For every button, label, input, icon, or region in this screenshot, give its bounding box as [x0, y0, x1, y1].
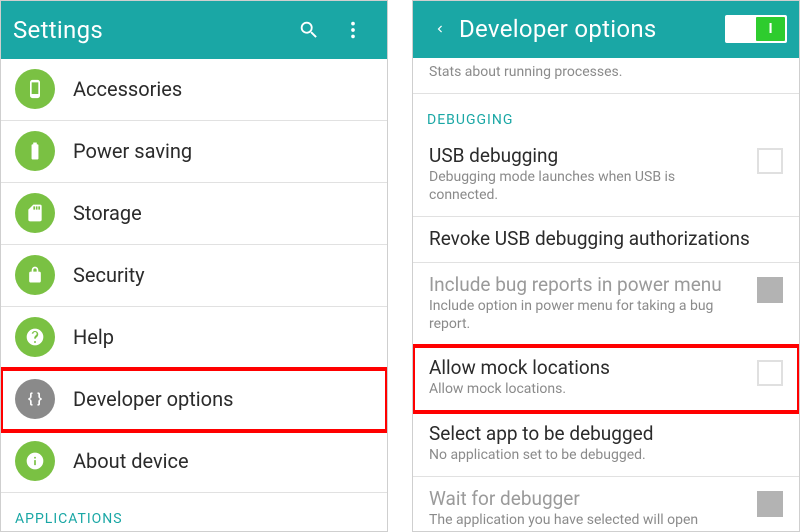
dev-item-bug-reports[interactable]: Include bug reports in power menu Includ…: [413, 263, 799, 346]
dev-item-title: USB debugging: [429, 144, 783, 167]
dev-item-subtitle: The application you have selected will o…: [429, 512, 783, 530]
dev-item-title: Wait for debugger: [429, 487, 783, 510]
dev-item-subtitle: No application set to be debugged.: [429, 447, 783, 465]
settings-item-developer-options[interactable]: Developer options: [1, 369, 387, 431]
battery-icon: [15, 131, 55, 171]
settings-item-label: Power saving: [73, 139, 192, 163]
braces-icon: [15, 379, 55, 419]
settings-item-power-saving[interactable]: Power saving: [1, 121, 387, 183]
dev-item-select-app[interactable]: Select app to be debugged No application…: [413, 412, 799, 478]
settings-item-label: Storage: [73, 201, 142, 225]
overflow-menu-icon[interactable]: [331, 8, 375, 52]
phone-icon: [15, 69, 55, 109]
info-icon: [15, 441, 55, 481]
dev-item-mock-locations[interactable]: Allow mock locations Allow mock location…: [413, 346, 799, 412]
settings-item-label: Developer options: [73, 387, 233, 411]
dev-item-process-stats[interactable]: Process stats Stats about running proces…: [413, 58, 799, 95]
settings-item-storage[interactable]: Storage: [1, 183, 387, 245]
settings-item-accessories[interactable]: Accessories: [1, 59, 387, 121]
settings-title: Settings: [13, 16, 287, 44]
settings-item-security[interactable]: Security: [1, 245, 387, 307]
back-icon[interactable]: [425, 7, 455, 51]
checkbox: [757, 491, 783, 517]
checkbox[interactable]: [757, 360, 783, 386]
developer-actionbar: Developer options I: [413, 1, 799, 58]
settings-section-header: APPLICATIONS: [1, 493, 387, 531]
search-icon[interactable]: [287, 8, 331, 52]
dev-item-revoke-auth[interactable]: Revoke USB debugging authorizations: [413, 217, 799, 263]
settings-list: Accessories Power saving Storage Securit…: [1, 59, 387, 531]
developer-list: Process stats Stats about running proces…: [413, 58, 799, 531]
dev-item-subtitle: Include option in power menu for taking …: [429, 298, 783, 333]
dev-item-title: Allow mock locations: [429, 356, 783, 379]
dev-item-title: Revoke USB debugging authorizations: [429, 227, 783, 250]
dev-item-subtitle: Debugging mode launches when USB is conn…: [429, 169, 783, 204]
developer-title: Developer options: [459, 15, 725, 43]
dev-section-header: DEBUGGING: [413, 94, 799, 134]
settings-item-about-device[interactable]: About device: [1, 431, 387, 493]
settings-item-label: About device: [73, 449, 189, 473]
settings-item-label: Help: [73, 325, 114, 349]
checkbox[interactable]: [757, 148, 783, 174]
dev-item-title: Include bug reports in power menu: [429, 273, 783, 296]
lock-icon: [15, 255, 55, 295]
dev-item-subtitle: Allow mock locations.: [429, 381, 783, 399]
settings-item-help[interactable]: Help: [1, 307, 387, 369]
dev-item-wait-debugger[interactable]: Wait for debugger The application you ha…: [413, 477, 799, 531]
screenshot-gap: [388, 0, 412, 532]
dev-item-title: Select app to be debugged: [429, 422, 783, 445]
developer-master-toggle[interactable]: I: [725, 15, 787, 43]
settings-item-label: Security: [73, 263, 145, 287]
sdcard-icon: [15, 193, 55, 233]
checkbox: [757, 277, 783, 303]
developer-options-screen: Developer options I Process stats Stats …: [412, 0, 800, 532]
dev-item-usb-debugging[interactable]: USB debugging Debugging mode launches wh…: [413, 134, 799, 217]
dev-item-subtitle: Stats about running processes.: [429, 64, 783, 82]
help-icon: [15, 317, 55, 357]
settings-item-label: Accessories: [73, 77, 182, 101]
settings-screen: Settings Accessories Power saving Storag…: [0, 0, 388, 532]
settings-actionbar: Settings: [1, 1, 387, 59]
